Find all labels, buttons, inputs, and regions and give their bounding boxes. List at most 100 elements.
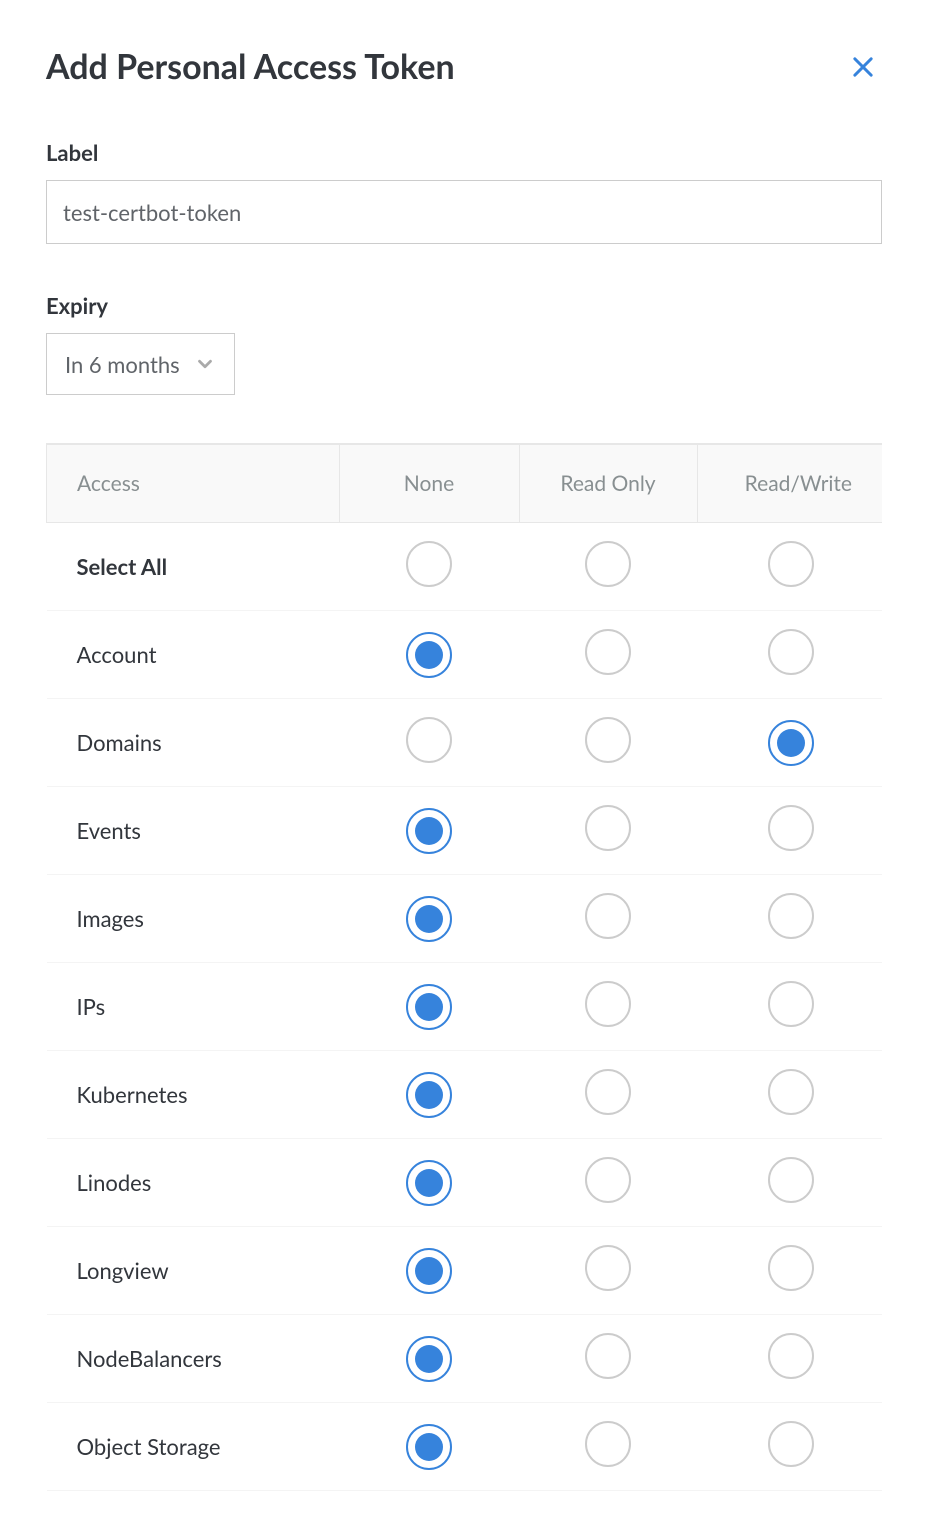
radio-read_only[interactable] [585, 1245, 631, 1291]
table-row: Linodes [47, 1139, 883, 1227]
radio-none[interactable] [406, 896, 452, 942]
access-cell-read_only [519, 787, 697, 875]
access-row-label: Longview [47, 1227, 340, 1315]
label-input[interactable] [46, 180, 882, 244]
table-row: Images [47, 875, 883, 963]
access-row-label: Account [47, 611, 340, 699]
radio-read_write[interactable] [768, 541, 814, 587]
close-icon [849, 53, 877, 81]
expiry-field: Expiry In 6 months [46, 292, 882, 395]
table-row: Account [47, 611, 883, 699]
radio-none[interactable] [406, 632, 452, 678]
table-row: Events [47, 787, 883, 875]
label-field-label: Label [46, 139, 882, 166]
expiry-select-value: In 6 months [65, 351, 180, 378]
radio-read_write[interactable] [768, 1069, 814, 1115]
access-row-label: Linodes [47, 1139, 340, 1227]
access-cell-read_write [697, 1051, 882, 1139]
radio-read_write[interactable] [768, 1421, 814, 1467]
access-row-label: IPs [47, 963, 340, 1051]
table-row: NodeBalancers [47, 1315, 883, 1403]
expiry-select[interactable]: In 6 months [46, 333, 235, 395]
access-cell-read_write [697, 875, 882, 963]
radio-none[interactable] [406, 717, 452, 763]
radio-read_only[interactable] [585, 981, 631, 1027]
access-cell-read_write [697, 523, 882, 611]
access-row-label: Kubernetes [47, 1051, 340, 1139]
col-header-access: Access [47, 444, 340, 523]
access-cell-none [339, 1227, 519, 1315]
label-field: Label [46, 139, 882, 244]
radio-read_write[interactable] [768, 1245, 814, 1291]
radio-none[interactable] [406, 1424, 452, 1470]
access-cell-read_only [519, 963, 697, 1051]
access-cell-read_write [697, 1139, 882, 1227]
access-cell-read_only [519, 523, 697, 611]
access-cell-read_write [697, 611, 882, 699]
radio-none[interactable] [406, 1248, 452, 1294]
radio-read_only[interactable] [585, 541, 631, 587]
radio-read_write[interactable] [768, 981, 814, 1027]
access-cell-read_only [519, 699, 697, 787]
radio-none[interactable] [406, 984, 452, 1030]
access-cell-read_only [519, 1315, 697, 1403]
access-cell-read_write [697, 1227, 882, 1315]
access-row-label: Select All [47, 523, 340, 611]
dialog-header: Add Personal Access Token [46, 46, 882, 87]
radio-read_only[interactable] [585, 1157, 631, 1203]
access-cell-none [339, 875, 519, 963]
col-header-read-only: Read Only [519, 444, 697, 523]
access-cell-read_write [697, 1315, 882, 1403]
radio-read_write[interactable] [768, 1333, 814, 1379]
radio-read_only[interactable] [585, 1069, 631, 1115]
radio-none[interactable] [406, 1160, 452, 1206]
radio-read_only[interactable] [585, 1421, 631, 1467]
radio-none[interactable] [406, 1072, 452, 1118]
radio-read_write[interactable] [768, 629, 814, 675]
radio-read_only[interactable] [585, 893, 631, 939]
col-header-none: None [339, 444, 519, 523]
radio-none[interactable] [406, 808, 452, 854]
access-cell-read_write [697, 1403, 882, 1491]
dialog-title: Add Personal Access Token [46, 46, 455, 87]
access-cell-read_write [697, 699, 882, 787]
access-cell-none [339, 963, 519, 1051]
access-cell-read_write [697, 787, 882, 875]
access-table: Access None Read Only Read/Write Select … [46, 443, 882, 1491]
access-cell-none [339, 1315, 519, 1403]
access-cell-none [339, 699, 519, 787]
access-row-label: Images [47, 875, 340, 963]
radio-read_write[interactable] [768, 1157, 814, 1203]
radio-read_only[interactable] [585, 805, 631, 851]
radio-none[interactable] [406, 1336, 452, 1382]
radio-read_only[interactable] [585, 629, 631, 675]
table-row: Longview [47, 1227, 883, 1315]
access-cell-read_write [697, 963, 882, 1051]
access-cell-none [339, 1403, 519, 1491]
access-cell-read_only [519, 1227, 697, 1315]
radio-read_write[interactable] [768, 805, 814, 851]
radio-read_write[interactable] [768, 720, 814, 766]
access-row-label: Object Storage [47, 1403, 340, 1491]
access-cell-none [339, 611, 519, 699]
access-cell-read_only [519, 1139, 697, 1227]
table-row: IPs [47, 963, 883, 1051]
radio-read_only[interactable] [585, 717, 631, 763]
table-row: Kubernetes [47, 1051, 883, 1139]
access-cell-none [339, 787, 519, 875]
access-row-label: NodeBalancers [47, 1315, 340, 1403]
radio-read_write[interactable] [768, 893, 814, 939]
access-cell-read_only [519, 611, 697, 699]
radio-none[interactable] [406, 541, 452, 587]
expiry-field-label: Expiry [46, 292, 882, 319]
access-cell-none [339, 1051, 519, 1139]
access-row-label: Domains [47, 699, 340, 787]
chevron-down-icon [194, 353, 216, 375]
access-table-header-row: Access None Read Only Read/Write [47, 444, 883, 523]
access-cell-read_only [519, 1403, 697, 1491]
access-cell-read_only [519, 1051, 697, 1139]
col-header-read-write: Read/Write [697, 444, 882, 523]
close-button[interactable] [844, 48, 882, 86]
radio-read_only[interactable] [585, 1333, 631, 1379]
access-row-label: Events [47, 787, 340, 875]
